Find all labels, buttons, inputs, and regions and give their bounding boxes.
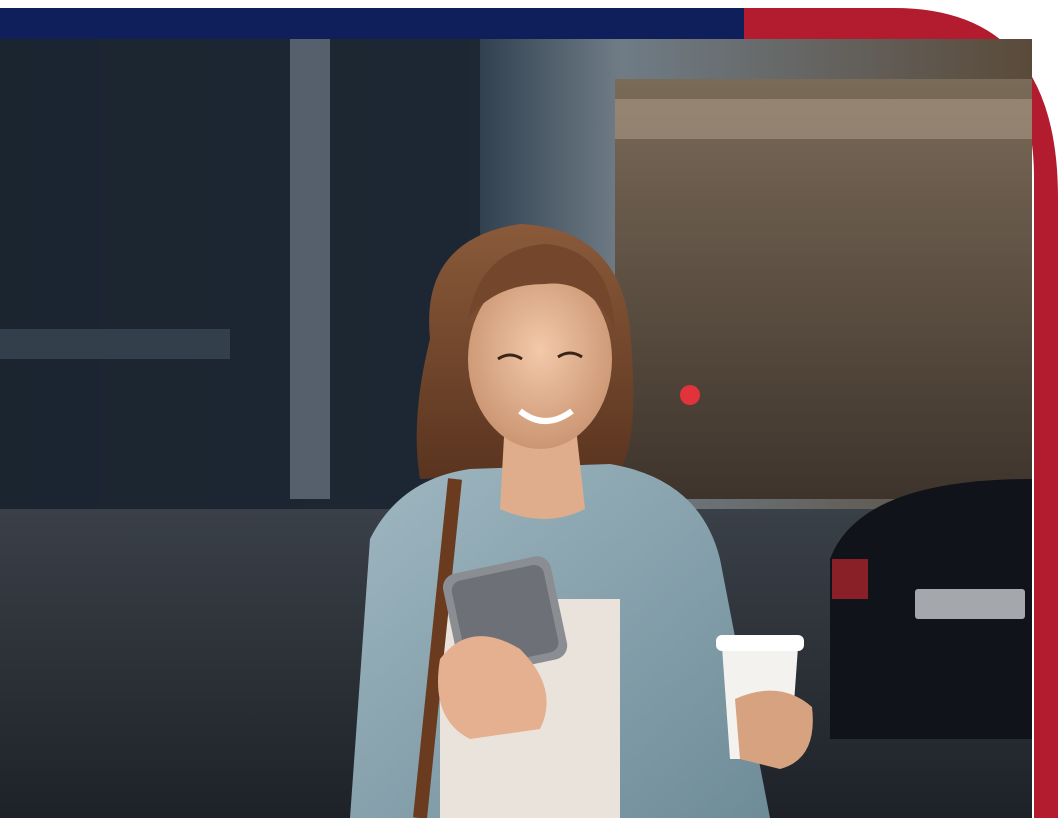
hero-frame — [0, 0, 1058, 818]
navy-accent-bar — [0, 8, 744, 39]
hero-photo — [0, 39, 1032, 818]
